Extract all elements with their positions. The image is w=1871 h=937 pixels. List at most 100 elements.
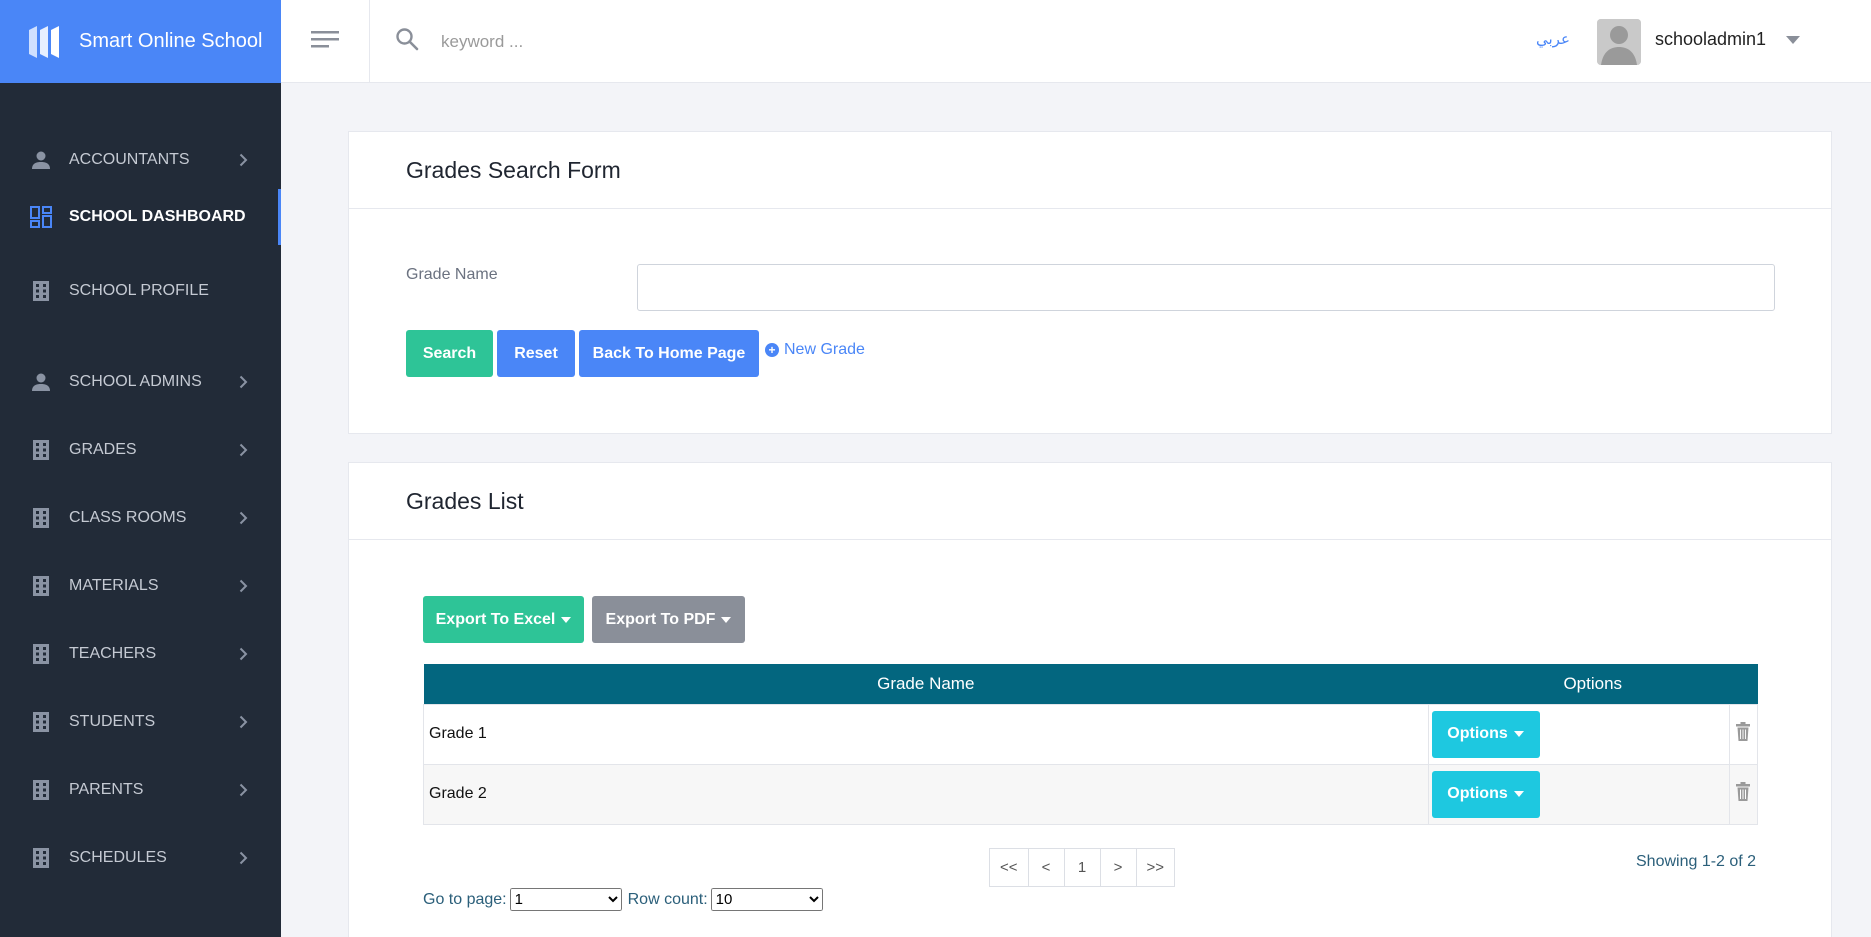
sidebar-item-label: CLASS ROOMS (69, 509, 187, 526)
person-icon (30, 149, 52, 171)
grade-name-input[interactable] (637, 264, 1775, 311)
reset-button[interactable]: Reset (497, 330, 575, 377)
sidebar-item-label: ACCOUNTANTS (69, 151, 190, 168)
card-title: Grades List (406, 487, 524, 514)
dashboard-icon (30, 206, 52, 228)
go-to-page-label: Go to page: (423, 890, 507, 908)
sidebar-item-teachers[interactable]: TEACHERS (0, 626, 281, 682)
options-label: Options (1447, 785, 1508, 802)
export-pdf-button[interactable]: Export To PDF (592, 596, 745, 643)
building-icon (30, 711, 52, 733)
username[interactable]: schooladmin1 (1655, 29, 1766, 50)
menu-toggle-button[interactable] (281, 0, 370, 83)
building-icon (30, 779, 52, 801)
export-pdf-label: Export To PDF (605, 610, 716, 628)
pagination: << < 1 > >> (989, 848, 1176, 887)
trash-icon[interactable] (1735, 782, 1751, 805)
sidebar-item-school-profile[interactable]: SCHOOL PROFILE (0, 263, 281, 319)
sidebar-item-school-admins[interactable]: SCHOOL ADMINS (0, 354, 281, 410)
grades-list-card: Grades List Export To Excel Export To PD… (348, 462, 1832, 937)
chevron-right-icon (239, 153, 248, 172)
back-to-home-button[interactable]: Back To Home Page (579, 330, 759, 377)
search-bar (395, 0, 841, 83)
delete-cell (1728, 703, 1759, 765)
caret-down-icon (721, 616, 732, 623)
page-last-button[interactable]: >> (1135, 848, 1176, 887)
sidebar-item-class-rooms[interactable]: CLASS ROOMS (0, 490, 281, 546)
sidebar-item-label: STUDENTS (69, 713, 156, 730)
go-to-page-select[interactable]: 1 (509, 888, 622, 911)
sidebar-item-accountants[interactable]: ACCOUNTANTS (0, 132, 281, 188)
sidebar-item-school-dashboard[interactable]: SCHOOL DASHBOARD (0, 189, 281, 245)
sidebar-item-label: SCHOOL ADMINS (69, 373, 202, 390)
sidebar: ACCOUNTANTS SCHOOL DASHBOARD SCHOOL PROF… (0, 83, 281, 937)
chevron-right-icon (239, 715, 248, 734)
sidebar-item-label: SCHOOL DASHBOARD (69, 208, 246, 225)
building-icon (30, 507, 52, 529)
hamburger-icon (311, 29, 339, 54)
caret-down-icon (1513, 731, 1524, 737)
grade-name-cell: Grade 2 (423, 763, 1429, 825)
chevron-right-icon (239, 579, 248, 598)
options-cell: Options (1427, 763, 1730, 825)
user-menu-caret-icon[interactable] (1786, 36, 1800, 44)
delete-cell (1728, 763, 1759, 825)
table-row: Grade 2 Options (423, 763, 1759, 825)
column-header-options: Options (1428, 664, 1758, 704)
grades-table: Grade Name Options Grade 1 Options Grade… (423, 664, 1759, 825)
options-dropdown-button[interactable]: Options (1431, 710, 1540, 758)
building-icon (30, 847, 52, 869)
search-input[interactable] (441, 31, 841, 52)
page-next-button[interactable]: > (1099, 848, 1137, 887)
new-grade-label: New Grade (784, 341, 865, 358)
brand[interactable]: Smart Online School (0, 0, 281, 83)
page-current-button[interactable]: 1 (1063, 848, 1101, 887)
row-count-select[interactable]: 10 (710, 888, 823, 911)
sidebar-item-schedules[interactable]: SCHEDULES (0, 830, 281, 886)
building-icon (30, 439, 52, 461)
sidebar-item-label: MATERIALS (69, 577, 159, 594)
table-header-row: Grade Name Options (423, 664, 1758, 704)
new-grade-link[interactable]: + New Grade (765, 341, 865, 359)
caret-down-icon (561, 616, 572, 623)
school-logo-icon (27, 22, 63, 62)
person-icon (30, 371, 52, 393)
grade-name-cell: Grade 1 (423, 703, 1429, 765)
export-excel-button[interactable]: Export To Excel (423, 596, 584, 643)
options-dropdown-button[interactable]: Options (1431, 770, 1540, 818)
options-label: Options (1447, 725, 1508, 742)
language-switch-link[interactable]: عربي (1536, 30, 1570, 48)
column-header-grade-name[interactable]: Grade Name (423, 664, 1429, 704)
plus-circle-icon: + (765, 343, 779, 357)
page-controls: Go to page: 1 Row count: 10 (423, 888, 829, 911)
chevron-right-icon (239, 783, 248, 802)
options-cell: Options (1427, 703, 1730, 765)
page-prev-button[interactable]: < (1027, 848, 1065, 887)
sidebar-item-label: SCHOOL PROFILE (69, 282, 209, 299)
avatar[interactable] (1597, 19, 1641, 65)
sidebar-item-parents[interactable]: PARENTS (0, 762, 281, 818)
trash-icon[interactable] (1735, 722, 1751, 745)
page-first-button[interactable]: << (989, 848, 1029, 887)
sidebar-item-label: TEACHERS (69, 645, 157, 662)
export-excel-label: Export To Excel (435, 610, 556, 628)
building-icon (30, 280, 52, 302)
sidebar-item-grades[interactable]: GRADES (0, 422, 281, 478)
sidebar-item-students[interactable]: STUDENTS (0, 694, 281, 750)
sidebar-item-materials[interactable]: MATERIALS (0, 558, 281, 614)
building-icon (30, 643, 52, 665)
row-count-label: Row count: (627, 890, 708, 908)
chevron-right-icon (239, 375, 248, 394)
chevron-right-icon (239, 511, 248, 530)
search-button[interactable]: Search (406, 330, 493, 377)
sidebar-item-label: GRADES (69, 441, 137, 458)
chevron-right-icon (239, 851, 248, 870)
card-title: Grades Search Form (406, 156, 621, 183)
grades-search-form-card: Grades Search Form Grade Name Search Res… (348, 131, 1832, 434)
search-icon[interactable] (395, 27, 419, 56)
card-header: Grades Search Form (349, 132, 1831, 209)
sidebar-item-label: PARENTS (69, 781, 144, 798)
chevron-right-icon (239, 443, 248, 462)
caret-down-icon (1513, 791, 1524, 797)
chevron-right-icon (239, 647, 248, 666)
